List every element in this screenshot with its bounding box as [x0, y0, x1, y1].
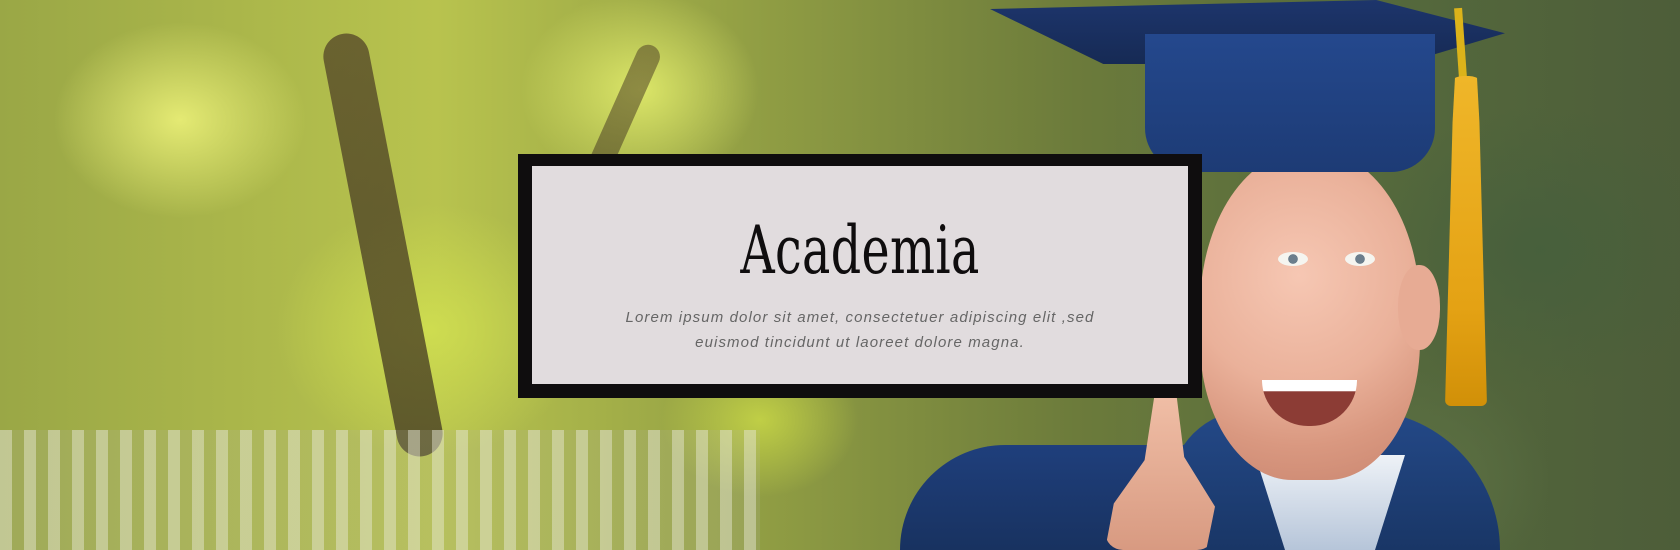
- graduation-cap-band: [1145, 34, 1435, 172]
- graduation-tassel: [1445, 76, 1487, 406]
- hero-banner: Academia Lorem ipsum dolor sit amet, con…: [0, 0, 1680, 550]
- background-fence: [0, 430, 760, 550]
- graduate-left-eye: [1278, 252, 1308, 266]
- graduate-right-eye: [1345, 252, 1375, 266]
- background-tree-trunk: [319, 29, 447, 461]
- graduate-ear: [1398, 265, 1440, 350]
- hero-title-card-inner: Academia Lorem ipsum dolor sit amet, con…: [532, 166, 1188, 384]
- graduate-face: [1200, 150, 1420, 480]
- hero-title: Academia: [740, 212, 980, 289]
- hero-title-card: Academia Lorem ipsum dolor sit amet, con…: [518, 154, 1202, 398]
- hero-subtitle: Lorem ipsum dolor sit amet, consectetuer…: [625, 309, 1095, 351]
